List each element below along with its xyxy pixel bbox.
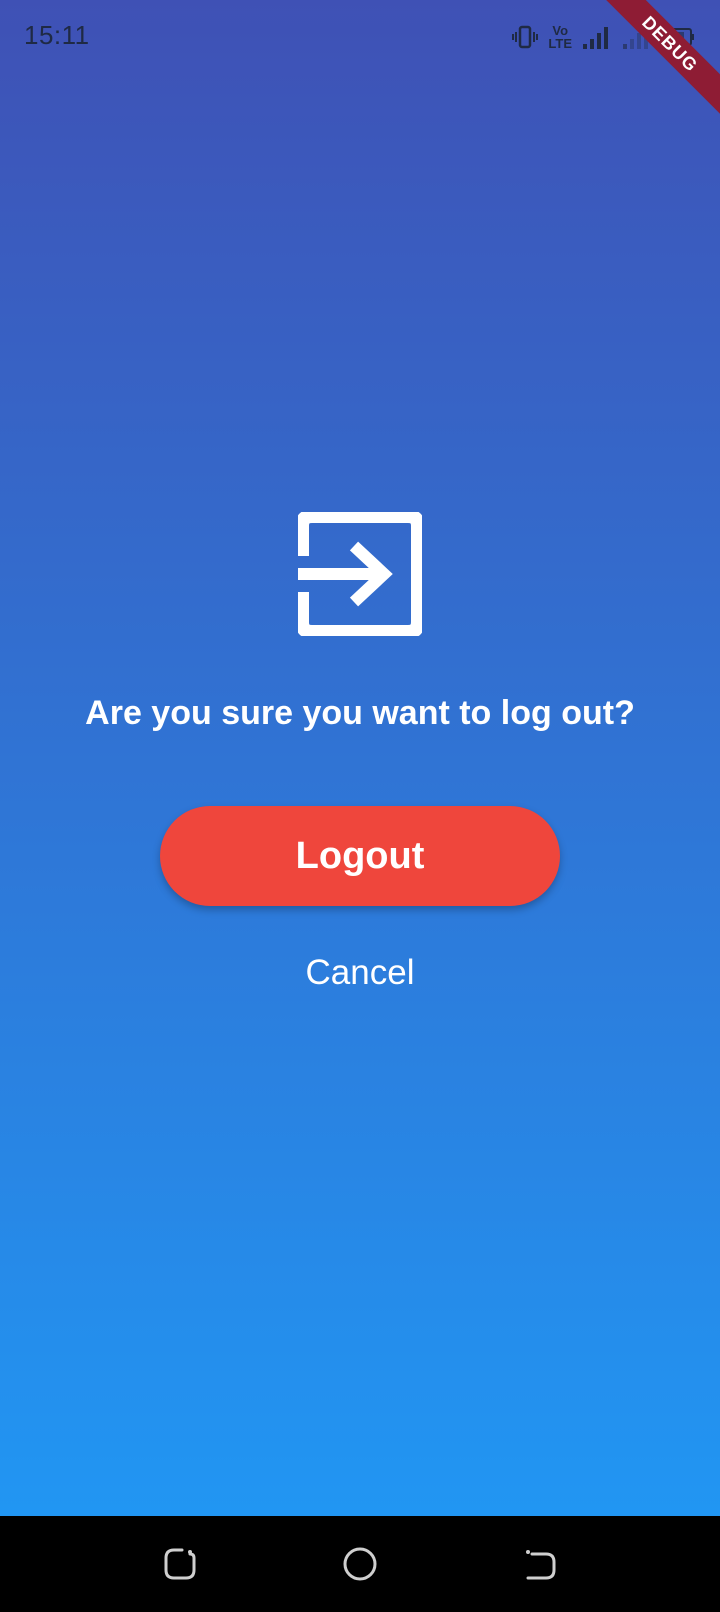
- signal-icon: [582, 24, 612, 50]
- logout-icon: [295, 509, 425, 639]
- status-bar: 15:11 Vo LTE: [0, 0, 720, 72]
- content-area: 15:11 Vo LTE DEBUG Are you sure you want…: [0, 0, 720, 1516]
- screen: 15:11 Vo LTE DEBUG Are you sure you want…: [0, 0, 720, 1612]
- cancel-button[interactable]: Cancel: [260, 945, 460, 1001]
- vibrate-icon: [512, 24, 539, 50]
- home-icon[interactable]: [340, 1544, 380, 1584]
- recents-icon[interactable]: [160, 1544, 200, 1584]
- volte-icon: Vo LTE: [548, 24, 572, 50]
- back-icon[interactable]: [520, 1544, 560, 1584]
- status-time: 15:11: [24, 20, 90, 50]
- logout-question: Are you sure you want to log out?: [85, 694, 635, 732]
- volte-text-bottom: LTE: [548, 36, 572, 51]
- logout-button[interactable]: Logout: [160, 806, 560, 906]
- navigation-bar: [0, 1516, 720, 1612]
